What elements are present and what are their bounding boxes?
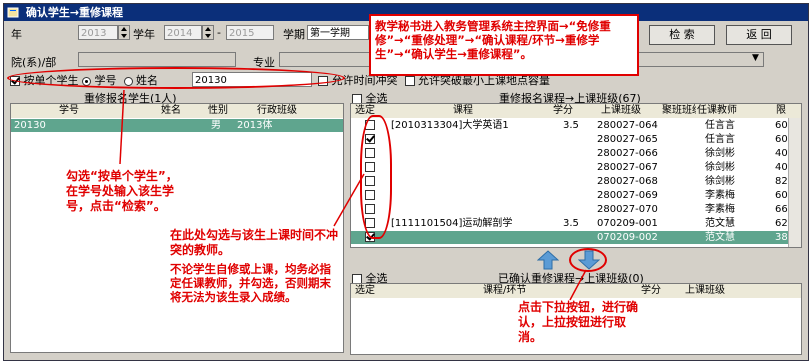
annotation-pointer-lines bbox=[119, 89, 587, 301]
confirm-student-retake-window: 确认学生→重修课程 年 2013 学年 2014 - 2015 学期 第一学期 … bbox=[3, 3, 809, 361]
